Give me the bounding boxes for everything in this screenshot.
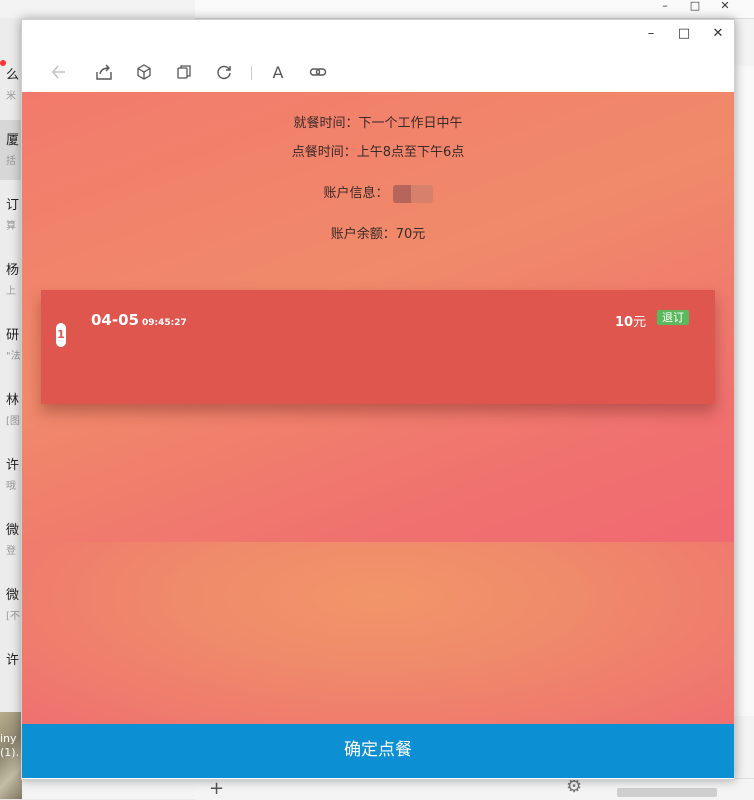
order-card: 1 04-05 09:45:27 10元 退订 [41, 290, 715, 404]
order-index-badge: 1 [56, 323, 66, 347]
background-list-item-title: 么 [6, 68, 20, 83]
add-icon[interactable]: + [209, 778, 224, 799]
background-list-item-preview: [不 [6, 611, 20, 622]
background-list-item-title: 杨 [6, 263, 20, 278]
background-list-item-title: 订 [6, 198, 20, 213]
order-price-value: 10 [615, 315, 634, 330]
background-minimize-button[interactable]: – [650, 0, 680, 14]
background-list-item[interactable]: 许哦 [6, 454, 22, 492]
background-list-item-title: 微 [6, 523, 20, 538]
background-list-item[interactable]: 研 "法 [6, 324, 22, 362]
order-date: 04-05 [91, 311, 139, 329]
maximize-button[interactable]: □ [673, 25, 695, 43]
refresh-icon[interactable] [212, 60, 236, 84]
order-price-unit: 元 [633, 315, 647, 330]
popup-titlebar: – □ ✕ [22, 20, 734, 50]
background-list-item[interactable]: 杨上 [6, 259, 22, 297]
background-close-button[interactable]: ✕ [710, 0, 740, 14]
account-balance-text: 账户余额：70元 [330, 227, 426, 242]
order-datetime: 04-05 09:45:27 [91, 311, 187, 329]
link-icon[interactable] [306, 60, 330, 84]
background-list-item[interactable]: 微 [不 [6, 584, 22, 622]
background-list-item-title: 微 [6, 588, 20, 603]
background-list-item-preview: 上 [6, 286, 16, 297]
background-list-item[interactable]: 厦括 [6, 129, 22, 167]
background-text: (1). [0, 746, 20, 759]
horizontal-scrollbar[interactable] [617, 788, 717, 797]
back-arrow-icon[interactable] [47, 60, 71, 84]
order-time: 09:45:27 [141, 318, 187, 328]
order-page-content: 就餐时间：下一个工作日中午 点餐时间：上午8点至下午6点 账户信息： 账户余额：… [22, 92, 734, 724]
account-info-row: 账户信息： [22, 182, 734, 203]
background-titlebar: – □ ✕ [195, 0, 754, 19]
background-list-item[interactable]: 许 [6, 649, 22, 672]
minimize-button[interactable]: – [640, 25, 662, 43]
background-text: iny [0, 732, 17, 745]
background-list-item-preview: 米 [6, 91, 16, 102]
font-icon[interactable]: A [266, 60, 290, 84]
content-lower-background [22, 542, 734, 724]
background-list-item-preview: "法 [6, 351, 21, 362]
account-avatar-masked [392, 184, 433, 203]
background-list-item-title: 许 [6, 458, 20, 473]
order-time-text: 点餐时间：上午8点至下午6点 [291, 145, 465, 160]
background-list-item[interactable]: 林 [图 [6, 389, 22, 427]
background-right-panel [733, 66, 754, 716]
background-list-item[interactable]: 订算 [6, 194, 22, 232]
background-list-item[interactable]: 微登 [6, 519, 22, 557]
order-popup-window: – □ ✕ A 就餐时间：下一个工作日中午 点餐时间：上午8点至下午6点 账户信… [21, 19, 735, 780]
background-maximize-button[interactable]: □ [680, 0, 710, 14]
background-list-item-title: 厦 [6, 133, 20, 148]
background-list-item-preview: 算 [6, 221, 16, 232]
account-info-label: 账户信息： [323, 186, 389, 201]
browser-toolbar: A [22, 50, 734, 92]
background-list-item-preview: [图 [6, 416, 20, 427]
close-button[interactable]: ✕ [707, 25, 729, 43]
share-icon[interactable] [92, 60, 116, 84]
cancel-order-button[interactable]: 退订 [657, 310, 689, 325]
background-list-item-title: 许 [6, 653, 20, 668]
background-list-item-preview: 登 [6, 546, 16, 557]
background-list-item-title: 林 [6, 393, 20, 408]
background-list-item-title: 研 [6, 328, 20, 343]
background-list-item-preview: 哦 [6, 481, 16, 492]
background-list-item[interactable]: 么米 [6, 64, 22, 102]
background-wallpaper: iny (1). [0, 712, 22, 799]
dining-time-text: 就餐时间：下一个工作日中午 [293, 116, 463, 131]
copy-icon[interactable] [172, 60, 196, 84]
order-price: 10元 [615, 311, 646, 330]
toolbar-divider [251, 66, 252, 80]
confirm-order-button[interactable]: 确定点餐 [22, 724, 734, 778]
background-list-item-preview: 括 [6, 156, 16, 167]
cube-icon[interactable] [132, 60, 156, 84]
